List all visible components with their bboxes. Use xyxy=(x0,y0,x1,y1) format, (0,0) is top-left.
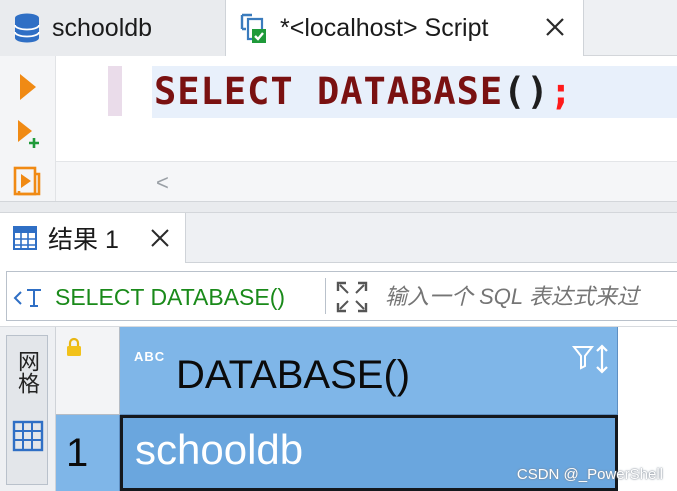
cell-value: schooldb xyxy=(135,426,304,473)
tab-label: 结果 1 xyxy=(48,226,119,254)
expand-icon[interactable] xyxy=(335,280,369,314)
tab-label: *<localhost> Script xyxy=(280,13,489,42)
column-header-database[interactable]: ABC DATABASE() xyxy=(120,327,618,415)
string-type-icon: ABC xyxy=(134,349,166,364)
panel-splitter[interactable] xyxy=(0,201,677,213)
current-line-marker xyxy=(108,66,122,116)
sql-parens: () xyxy=(503,70,550,113)
filter-input[interactable] xyxy=(385,284,677,310)
grid-view-tab[interactable]: 网格 xyxy=(6,335,48,485)
tab-localhost-script[interactable]: *<localhost> Script xyxy=(226,0,584,56)
sql-keyword-select: SELECT xyxy=(154,70,294,113)
close-icon[interactable] xyxy=(541,13,569,41)
sql-semicolon: ; xyxy=(549,70,573,113)
tab-schooldb[interactable]: schooldb xyxy=(0,0,226,56)
line-gutter xyxy=(56,56,152,161)
watermark: CSDN @_PowerShell xyxy=(516,466,663,483)
grid-corner[interactable] xyxy=(56,327,120,415)
tab-result-1[interactable]: 结果 1 xyxy=(0,213,186,263)
sql-script-icon xyxy=(240,13,266,43)
query-text[interactable]: SELECT DATABASE() xyxy=(13,284,285,311)
editor-side-toolbar xyxy=(0,56,56,213)
scroll-left-icon[interactable]: < xyxy=(156,170,169,196)
database-icon xyxy=(14,13,40,43)
grid-icon xyxy=(12,420,44,452)
row-number-header[interactable]: 1 xyxy=(56,415,120,491)
horizontal-scrollbar[interactable]: < xyxy=(56,161,677,201)
row-number: 1 xyxy=(66,431,89,475)
divider xyxy=(325,278,326,314)
execute-in-new-tab-icon[interactable] xyxy=(10,116,44,150)
editor-tab-bar: schooldb *<localhost> Script xyxy=(0,0,677,56)
sql-function-database: DATABASE xyxy=(316,70,504,113)
query-sql-icon xyxy=(13,288,41,307)
results-tab-bar: 结果 1 xyxy=(0,213,677,263)
grid-view-label: 网格 xyxy=(15,350,40,394)
execute-script-icon[interactable] xyxy=(10,164,44,198)
results-side-panel: 网格 xyxy=(0,327,56,491)
lock-icon xyxy=(67,337,81,356)
execute-statement-icon[interactable] xyxy=(10,70,44,104)
query-label: SELECT DATABASE() xyxy=(55,284,286,310)
sql-statement[interactable]: SELECT DATABASE(); xyxy=(154,70,573,113)
close-icon[interactable] xyxy=(147,225,173,251)
column-name: DATABASE() xyxy=(176,353,411,397)
grid-table-icon xyxy=(13,226,37,250)
sql-editor[interactable]: SELECT DATABASE(); xyxy=(152,56,677,161)
tab-label: schooldb xyxy=(52,13,153,42)
filter-box: SELECT DATABASE() xyxy=(6,271,677,321)
results-filter-bar: SELECT DATABASE() xyxy=(0,263,677,327)
filter-sort-icon[interactable] xyxy=(571,343,611,377)
